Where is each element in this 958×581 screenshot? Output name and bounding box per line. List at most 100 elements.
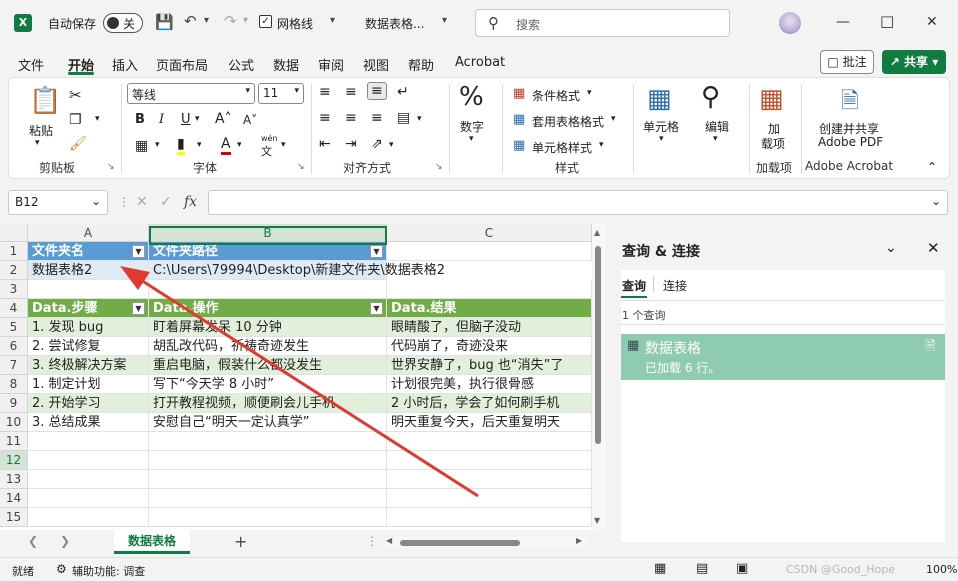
cancel-icon[interactable]: ✕	[136, 194, 148, 210]
more-options-icon[interactable]: ⋮	[118, 194, 130, 210]
addins-label-2[interactable]: 载项	[761, 135, 785, 152]
collapse-ribbon-icon[interactable]: ⌃	[927, 160, 937, 174]
border-icon[interactable]: ▦	[135, 138, 148, 154]
decrease-indent-icon[interactable]: ⇤	[319, 136, 331, 152]
fill-color-icon[interactable]: ▮	[177, 136, 185, 155]
font-size-select[interactable]: 11 ▾	[258, 83, 304, 104]
undo-icon[interactable]: ↶	[184, 13, 197, 29]
filter-dropdown-icon[interactable]: ▼	[370, 245, 383, 258]
addins-icon[interactable]: ▦	[759, 84, 784, 114]
save-icon[interactable]: 💾	[155, 14, 174, 30]
close-window-icon[interactable]: ✕	[926, 14, 938, 30]
table2-cell[interactable]: 明天重复今天，后天重复明天	[387, 413, 592, 432]
alignment-launcher-icon[interactable]: ↘	[435, 162, 443, 172]
row-header[interactable]: 11	[0, 432, 28, 451]
filter-dropdown-icon[interactable]: ▼	[132, 302, 145, 315]
sheet-tab-data-table[interactable]: 数据表格	[114, 530, 190, 554]
horizontal-scroll-thumb[interactable]	[400, 540, 520, 546]
qat-customize-icon[interactable]: ▾	[330, 13, 335, 29]
menu-formulas[interactable]: 公式	[228, 55, 254, 74]
font-launcher-icon[interactable]: ↘	[297, 162, 305, 172]
undo-dropdown-icon[interactable]: ▾	[204, 13, 209, 29]
table2-cell[interactable]: 写下“今天学 8 小时”	[149, 375, 387, 394]
border-dropdown-icon[interactable]: ▾	[155, 140, 160, 150]
insert-function-icon[interactable]: fx	[184, 194, 197, 210]
table2-cell[interactable]: 2 小时后，学会了如何刷手机	[387, 394, 592, 413]
empty-cell[interactable]	[387, 242, 592, 261]
align-top-icon[interactable]: ≡	[319, 84, 331, 100]
empty-cell[interactable]	[149, 489, 387, 508]
zoom-level[interactable]: 100%	[926, 563, 957, 576]
phonetic-icon[interactable]: wén 文	[261, 134, 278, 159]
percent-icon[interactable]: %	[459, 82, 484, 112]
table2-cell[interactable]: 盯着屏幕发呆 10 分钟	[149, 318, 387, 337]
align-middle-icon[interactable]: ≡	[345, 84, 357, 100]
menu-data[interactable]: 数据	[273, 55, 299, 74]
table1-header-folder-name[interactable]: 文件夹名 ▼	[28, 242, 149, 261]
empty-cell[interactable]	[28, 489, 149, 508]
table-format-label[interactable]: 套用表格格式	[532, 113, 604, 130]
table2-header-step[interactable]: Data.步骤 ▼	[28, 299, 149, 318]
empty-cell[interactable]	[387, 451, 592, 470]
vertical-scroll-thumb[interactable]	[595, 246, 601, 444]
paste-icon[interactable]: 📋	[29, 86, 61, 116]
avatar[interactable]	[779, 12, 801, 34]
menu-acrobat[interactable]: Acrobat	[455, 55, 505, 70]
table2-cell[interactable]: 1. 制定计划	[28, 375, 149, 394]
italic-icon[interactable]: I	[159, 112, 164, 127]
empty-cell[interactable]	[149, 451, 387, 470]
add-sheet-icon[interactable]: +	[234, 532, 247, 551]
menu-view[interactable]: 视图	[363, 55, 389, 74]
table2-cell[interactable]: 2. 开始学习	[28, 394, 149, 413]
horizontal-scrollbar[interactable]: ◀ ▶	[386, 536, 586, 549]
edit-dropdown-icon[interactable]: ▾	[713, 134, 718, 144]
filter-dropdown-icon[interactable]: ▼	[132, 245, 145, 258]
empty-cell[interactable]	[28, 470, 149, 489]
table2-cell[interactable]: 打开教程视频，顺便刷会儿手机	[149, 394, 387, 413]
conditional-format-icon[interactable]: ▦	[513, 86, 525, 101]
name-box[interactable]: B12 ⌄	[8, 190, 108, 215]
align-center-icon[interactable]: ≡	[345, 110, 357, 126]
vertical-scrollbar[interactable]: ▲ ▼	[592, 224, 604, 530]
pdf-share-icon[interactable]: 🗎	[841, 84, 859, 122]
maximize-icon[interactable]: □	[880, 12, 894, 30]
paste-dropdown-icon[interactable]: ▾	[35, 138, 40, 148]
accessibility-status[interactable]: 辅助功能: 调查	[72, 563, 145, 579]
cells-label[interactable]: 单元格	[643, 118, 679, 135]
pdf-label-2[interactable]: Adobe PDF	[818, 135, 883, 149]
cells-icon[interactable]: ▦	[647, 84, 672, 114]
gridlines-checkbox[interactable]: ✓	[259, 15, 272, 28]
row-header[interactable]: 2	[0, 261, 28, 280]
row-header[interactable]: 14	[0, 489, 28, 508]
row-header[interactable]: 4	[0, 299, 28, 318]
file-name-dropdown-icon[interactable]: ▾	[442, 13, 447, 29]
worksheet-grid[interactable]: A B C 1 2 3 4 5 6 7 8 9 10 11 12 13 14 15 文件夹名 ▼ 文件夹路径 ▼…	[0, 224, 605, 530]
filter-dropdown-icon[interactable]: ▼	[370, 302, 383, 315]
empty-cell[interactable]	[387, 508, 592, 527]
cut-icon[interactable]: ✂	[69, 86, 82, 104]
table2-cell[interactable]: 眼睛酸了，但脑子没动	[387, 318, 592, 337]
normal-view-icon[interactable]: ▦	[654, 561, 666, 576]
clipboard-launcher-icon[interactable]: ↘	[107, 162, 115, 172]
empty-cell[interactable]	[149, 432, 387, 451]
tab-queries[interactable]: 查询	[622, 277, 646, 294]
align-left-icon[interactable]: ≡	[319, 110, 331, 126]
copy-dropdown-icon[interactable]: ▾	[95, 114, 100, 124]
edit-label[interactable]: 编辑	[705, 118, 729, 135]
next-sheet-icon[interactable]: ❯	[60, 534, 70, 548]
menu-page-layout[interactable]: 页面布局	[156, 55, 208, 74]
table2-cell[interactable]: 1. 发现 bug	[28, 318, 149, 337]
merge-dropdown-icon[interactable]: ▾	[417, 114, 422, 124]
tab-connections[interactable]: 连接	[663, 277, 687, 294]
empty-cell[interactable]	[387, 489, 592, 508]
align-right-icon[interactable]: ≡	[371, 110, 383, 126]
merge-cells-icon[interactable]: ▤	[397, 110, 410, 126]
row-header[interactable]: 13	[0, 470, 28, 489]
row-header[interactable]: 7	[0, 356, 28, 375]
scroll-left-icon[interactable]: ◀	[386, 536, 392, 545]
search-box[interactable]: ⚲ 搜索	[475, 9, 730, 37]
row-header[interactable]: 3	[0, 280, 28, 299]
empty-cell[interactable]	[149, 508, 387, 527]
scroll-right-icon[interactable]: ▶	[576, 536, 582, 545]
table2-cell[interactable]: 胡乱改代码，祈祷奇迹发生	[149, 337, 387, 356]
